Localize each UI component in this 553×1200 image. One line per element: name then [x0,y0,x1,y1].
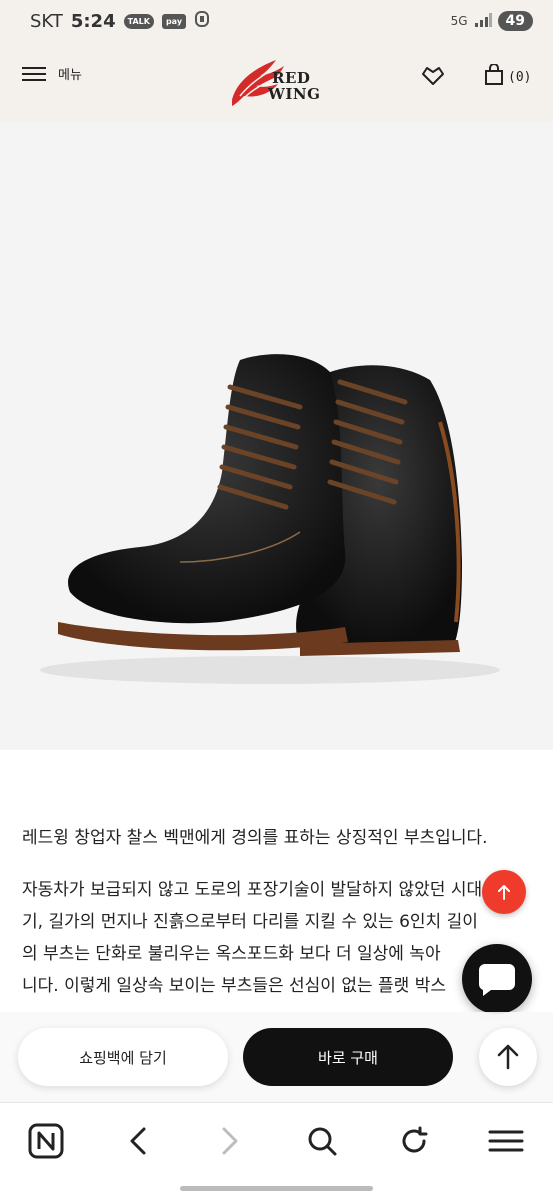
cart-count: (0) [508,69,532,85]
battery-level: 49 [497,11,533,31]
home-indicator[interactable] [180,1186,373,1191]
arrow-up-icon [498,885,510,900]
description-intro: 레드윙 창업자 찰스 벡맨에게 경의를 표하는 상징적인 부츠입니다. [22,828,488,848]
share-button[interactable] [479,1028,537,1086]
carrier: SKT [30,10,63,32]
site-header: 메뉴 RED WING (0) [0,42,553,122]
pay-badge: pay [161,13,187,29]
product-image [0,122,553,750]
arrow-up-icon [497,1044,519,1070]
description-line: 자동차가 보급되지 않고 도로의 포장기술이 발달하지 않았던 시대 [22,880,483,900]
heart-icon[interactable] [420,64,446,88]
back-icon[interactable] [118,1121,158,1161]
menu-icon[interactable] [486,1121,526,1161]
refresh-icon[interactable] [394,1121,434,1161]
description-line: 기, 길가의 먼지나 진흙으로부터 다리를 지킬 수 있는 6인치 길이 [22,912,478,932]
naver-home-icon[interactable] [26,1121,66,1161]
alarm-icon [194,10,210,33]
buy-now-button[interactable]: 바로 구매 [243,1028,453,1086]
status-bar: SKT 5:24 TALK pay 5G 49 [0,0,553,42]
add-to-cart-button[interactable]: 쇼핑백에 담기 [18,1028,228,1086]
search-icon[interactable] [302,1121,342,1161]
cart-button[interactable]: (0) [484,63,532,90]
hamburger-icon [22,66,46,81]
talk-badge: TALK [123,13,154,29]
menu-label: 메뉴 [58,68,82,83]
chat-button[interactable] [462,944,532,1014]
brand-line-2: WING [268,85,321,103]
purchase-action-bar: 쇼핑백에 담기 바로 구매 [0,1012,553,1102]
signal-icon [474,12,492,30]
chat-bubble-icon [478,964,515,996]
menu-button[interactable]: 메뉴 [22,64,82,83]
shopping-bag-icon [484,63,504,90]
scroll-top-button[interactable] [482,870,526,914]
network-type: 5G [450,14,468,28]
forward-icon[interactable] [210,1121,250,1161]
red-wing-logo[interactable]: RED WING [226,56,336,108]
clock: 5:24 [70,10,116,32]
